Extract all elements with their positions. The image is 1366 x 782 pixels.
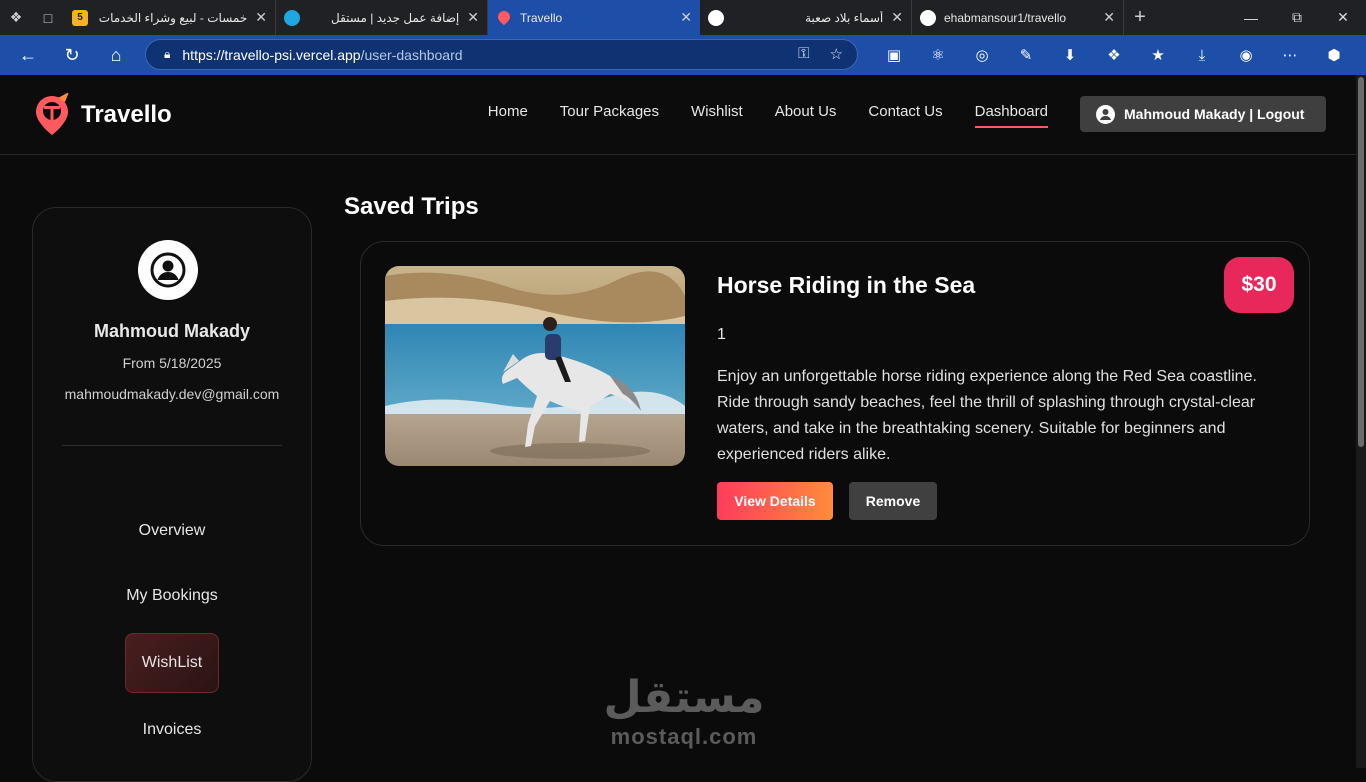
tab-title: أسماء بلاد صعبة	[805, 10, 884, 25]
workspaces-icon[interactable]: ❖	[0, 0, 32, 35]
browser-toolbar: ← ↻ ⌂ 🔒︎ https://travello-psi.vercel.app…	[0, 35, 1366, 75]
tab-travello[interactable]: Travello ✕	[488, 0, 700, 35]
sidebar-item-overview[interactable]: Overview	[33, 522, 311, 540]
trip-image	[385, 266, 685, 466]
favorite-star-icon[interactable]: ☆	[830, 45, 843, 63]
minimize-icon[interactable]: —	[1228, 0, 1274, 35]
nav-home[interactable]: Home	[488, 103, 528, 128]
react-devtools-icon[interactable]: ⚛	[916, 46, 960, 64]
tab-countries[interactable]: أسماء بلاد صعبة ✕	[700, 0, 912, 35]
tab-actions-icon[interactable]: □	[32, 0, 64, 35]
url-host: https://travello-psi.vercel.app	[182, 46, 361, 63]
trip-count: 1	[717, 326, 726, 343]
downloads-icon[interactable]: ⤓	[1180, 47, 1224, 64]
site-header: Travello Home Tour Packages Wishlist Abo…	[0, 75, 1366, 155]
mostaql-icon	[284, 9, 300, 26]
scrollbar-thumb[interactable]	[1358, 77, 1364, 447]
camera-icon[interactable]: ▣	[872, 46, 916, 64]
close-icon[interactable]: ✕	[891, 9, 903, 26]
copilot-icon[interactable]: ⬢	[1312, 46, 1356, 64]
user-icon	[1096, 104, 1115, 124]
nav-about-us[interactable]: About Us	[775, 103, 837, 128]
tab-khamsat[interactable]: 5 خمسات - لبيع وشراء الخدمات ✕	[64, 0, 276, 35]
extensions-icon[interactable]: ❖	[1092, 46, 1136, 64]
new-tab-icon[interactable]: +	[1124, 0, 1156, 35]
sidebar-item-label: WishList	[141, 654, 203, 671]
close-icon[interactable]: ✕	[255, 9, 267, 26]
sidebar-item-wishlist[interactable]: WishList	[125, 633, 219, 693]
mostaql-watermark: مستقل mostaql.com	[600, 672, 768, 750]
window-close-icon[interactable]: ✕	[1320, 0, 1366, 35]
url-path: /user-dashboard	[360, 46, 463, 63]
nav-contact-us[interactable]: Contact Us	[868, 103, 942, 128]
close-icon[interactable]: ✕	[467, 9, 479, 26]
close-icon[interactable]: ✕	[680, 9, 692, 26]
extensions-bar: ▣ ⚛ ◎ ✎ ⬇ ❖ ★ ⤓ ◉ ⋯ ⬢	[872, 35, 1356, 75]
home-icon[interactable]: ⌂	[94, 35, 138, 75]
view-details-button[interactable]: View Details	[717, 482, 833, 520]
user-logout-button[interactable]: Mahmoud Makady | Logout	[1080, 96, 1326, 132]
watermark-latin: mostaql.com	[610, 724, 758, 749]
main-nav: Home Tour Packages Wishlist About Us Con…	[488, 103, 1048, 128]
favorites-icon[interactable]: ★	[1136, 46, 1180, 64]
brand-name: Travello	[81, 101, 172, 128]
browser-tabbar: ❖ □ 5 خمسات - لبيع وشراء الخدمات ✕ إضافة…	[0, 0, 1366, 35]
member-since: From 5/18/2025	[122, 355, 222, 371]
window-controls: — ⧉ ✕	[1228, 0, 1366, 35]
watermark-arabic: مستقل	[603, 672, 765, 723]
restore-icon[interactable]: ⧉	[1274, 0, 1320, 35]
khamsat-icon: 5	[72, 9, 88, 26]
download-extension-icon[interactable]: ⬇	[1048, 46, 1092, 64]
key-icon[interactable]: ⚿	[798, 45, 809, 63]
travello-logo-icon	[32, 92, 72, 137]
tab-title: خمسات - لبيع وشراء الخدمات	[98, 10, 248, 25]
trip-description: Enjoy an unforgettable horse riding expe…	[717, 368, 1257, 463]
tab-github[interactable]: ehabmansour1/travello ✕	[912, 0, 1124, 35]
lock-icon: 🔒︎	[164, 47, 171, 61]
color-picker-icon[interactable]: ✎	[1004, 46, 1048, 64]
chatgpt-icon	[708, 9, 724, 26]
brand-logo[interactable]: Travello	[32, 92, 172, 137]
profile-name: Mahmoud Makady	[93, 321, 251, 341]
extension-circle-icon[interactable]: ◎	[960, 46, 1004, 64]
refresh-icon[interactable]: ↻	[50, 35, 94, 75]
avatar-icon	[138, 240, 198, 300]
sidebar-divider	[62, 445, 282, 446]
close-icon[interactable]: ✕	[1103, 9, 1115, 26]
sidebar-item-my-bookings[interactable]: My Bookings	[33, 587, 311, 605]
page-scrollbar[interactable]	[1356, 75, 1366, 768]
nav-wishlist[interactable]: Wishlist	[691, 103, 743, 128]
price-badge: $30	[1224, 257, 1294, 313]
nav-dashboard[interactable]: Dashboard	[974, 103, 1048, 128]
user-button-label: Mahmoud Makady | Logout	[1124, 106, 1305, 122]
trip-title: Horse Riding in the Sea	[717, 272, 976, 298]
profile-avatar-icon[interactable]: ◉	[1224, 46, 1268, 64]
remove-button[interactable]: Remove	[849, 482, 937, 520]
travello-favicon	[496, 10, 512, 26]
page-title: Saved Trips	[344, 193, 479, 220]
tab-mostaql[interactable]: إضافة عمل جديد | مستقل ✕	[276, 0, 488, 35]
github-icon	[920, 9, 936, 26]
back-icon[interactable]: ←	[6, 35, 50, 75]
profile-sidebar: Mahmoud Makady From 5/18/2025 mahmoudmak…	[32, 207, 312, 782]
profile-email: mahmoudmakady.dev@gmail.com	[64, 386, 280, 402]
tab-title: ehabmansour1/travello	[944, 10, 1067, 25]
tab-title: إضافة عمل جديد | مستقل	[331, 10, 460, 25]
tab-title: Travello	[520, 10, 563, 25]
nav-tour-packages[interactable]: Tour Packages	[560, 103, 659, 128]
more-menu-icon[interactable]: ⋯	[1268, 46, 1312, 64]
address-bar[interactable]: 🔒︎ https://travello-psi.vercel.app/user-…	[145, 39, 858, 70]
saved-trip-card: Horse Riding in the Sea $30 1 Enjoy an u…	[360, 241, 1310, 546]
sidebar-item-invoices[interactable]: Invoices	[33, 721, 311, 739]
